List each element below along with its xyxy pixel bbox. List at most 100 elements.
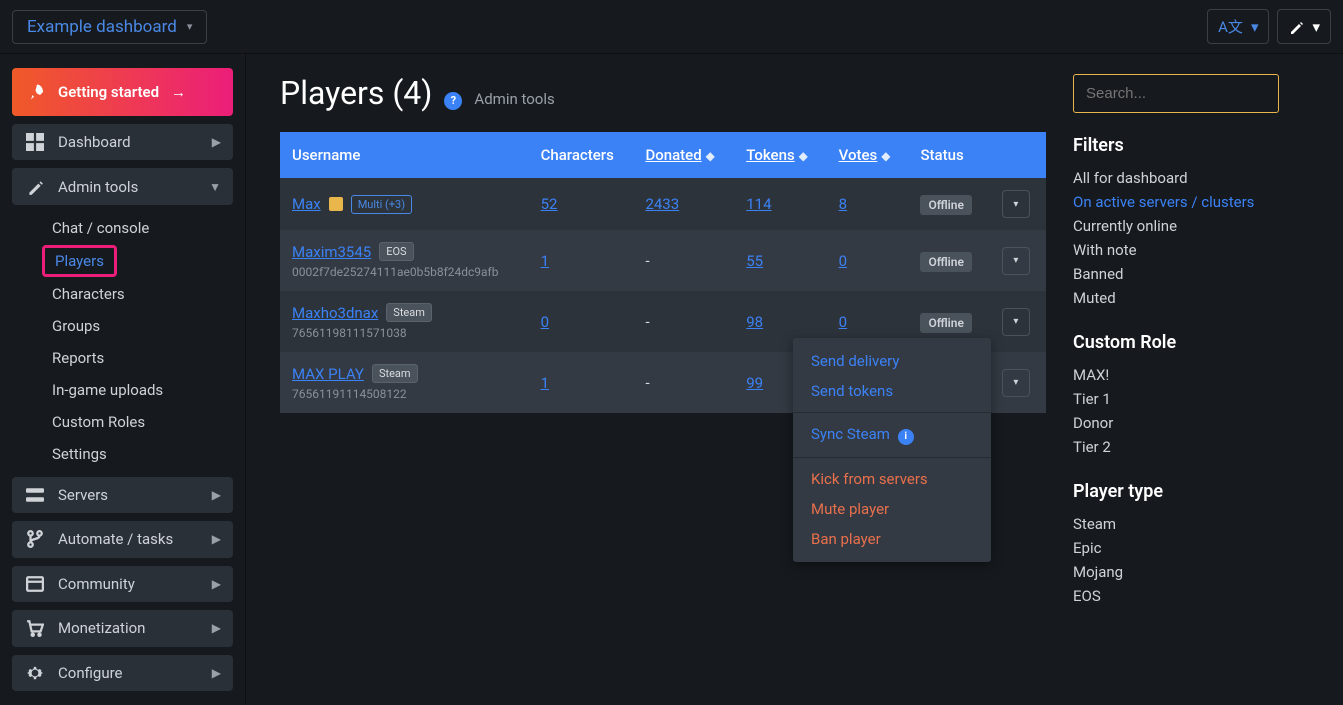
col-tokens[interactable]: Tokens◆ xyxy=(734,132,826,178)
nav-label: Servers xyxy=(58,486,108,504)
cell-link[interactable]: 0 xyxy=(839,313,847,331)
cell-link[interactable]: 2433 xyxy=(645,195,679,213)
search-input[interactable] xyxy=(1073,74,1279,113)
cell-link[interactable]: 8 xyxy=(839,195,847,213)
cell-link[interactable]: 0 xyxy=(839,252,847,270)
player-name-link[interactable]: MAX PLAY xyxy=(292,365,364,383)
breadcrumb: Admin tools xyxy=(474,90,554,108)
cell-link[interactable]: 1 xyxy=(541,252,549,270)
row-action-button[interactable]: ▾ xyxy=(1002,308,1030,336)
col-donated[interactable]: Donated◆ xyxy=(633,132,734,178)
filter-online[interactable]: Currently online xyxy=(1073,214,1313,238)
subnav-settings[interactable]: Settings xyxy=(12,439,233,469)
subnav-uploads[interactable]: In-game uploads xyxy=(12,375,233,405)
menu-send-delivery[interactable]: Send delivery xyxy=(793,346,991,376)
getting-started-button[interactable]: Getting started → xyxy=(12,68,233,116)
cart-icon xyxy=(26,619,44,637)
filter-all[interactable]: All for dashboard xyxy=(1073,166,1313,190)
dashboard-selector[interactable]: Example dashboard ▾ xyxy=(12,10,207,44)
row-action-button[interactable]: ▾ xyxy=(1002,369,1030,397)
branch-icon xyxy=(26,530,44,548)
filter-banned[interactable]: Banned xyxy=(1073,262,1313,286)
col-username[interactable]: Username xyxy=(280,132,529,178)
menu-send-tokens[interactable]: Send tokens xyxy=(793,376,991,406)
menu-ban[interactable]: Ban player xyxy=(793,524,991,554)
cell-link[interactable]: 99 xyxy=(746,374,763,392)
cell-link[interactable]: 52 xyxy=(541,195,558,213)
filter-muted[interactable]: Muted xyxy=(1073,286,1313,310)
subnav-reports[interactable]: Reports xyxy=(12,343,233,373)
row-action-button[interactable]: ▾ xyxy=(1002,247,1030,275)
nav-admin-tools[interactable]: Admin tools ▼ xyxy=(12,168,233,204)
row-action-menu: Send delivery Send tokens Sync Steam i K… xyxy=(793,338,991,562)
player-type-filter-item[interactable]: Mojang xyxy=(1073,560,1313,584)
main-content: Players (4) ? Admin tools Username Chara… xyxy=(246,54,1063,705)
filter-active-servers[interactable]: On active servers / clusters xyxy=(1073,190,1313,214)
player-type-filter-item[interactable]: Steam xyxy=(1073,512,1313,536)
magic-wand-button[interactable]: ▾ xyxy=(1277,9,1331,44)
role-filter-item[interactable]: Donor xyxy=(1073,411,1313,435)
cell-link[interactable]: 55 xyxy=(746,252,763,270)
subnav-chat-console[interactable]: Chat / console xyxy=(12,213,233,243)
player-name-link[interactable]: Maxim3545 xyxy=(292,243,371,261)
platform-badge: EOS xyxy=(379,242,413,261)
player-name-link[interactable]: Max xyxy=(292,195,321,213)
role-filter-item[interactable]: Tier 2 xyxy=(1073,435,1313,459)
nav-label: Automate / tasks xyxy=(58,530,173,548)
info-icon: i xyxy=(898,429,914,445)
menu-sync-steam[interactable]: Sync Steam i xyxy=(793,419,991,451)
player-type-filter-item[interactable]: Epic xyxy=(1073,536,1313,560)
col-votes[interactable]: Votes◆ xyxy=(827,132,909,178)
subnav-characters[interactable]: Characters xyxy=(12,279,233,309)
sort-icon: ◆ xyxy=(706,149,715,163)
player-name-link[interactable]: Maxho3dnax xyxy=(292,304,378,322)
col-actions xyxy=(990,132,1046,178)
table-row: Max Multi (+3)5224331148Offline▾ xyxy=(280,178,1046,230)
platform-badge: Steam xyxy=(372,364,418,383)
player-subid: 76561198111571038 xyxy=(292,326,517,340)
menu-mute[interactable]: Mute player xyxy=(793,494,991,524)
help-icon[interactable]: ? xyxy=(444,92,462,110)
nav-configure[interactable]: Configure ▶ xyxy=(12,655,233,691)
nav-label: Dashboard xyxy=(58,133,131,151)
gear-icon xyxy=(26,664,44,682)
filter-with-note[interactable]: With note xyxy=(1073,238,1313,262)
cell-link[interactable]: 0 xyxy=(541,313,549,331)
subnav-custom-roles[interactable]: Custom Roles xyxy=(12,407,233,437)
player-subid: 76561191114508122 xyxy=(292,387,517,401)
sort-icon: ◆ xyxy=(799,149,808,163)
arrow-right-icon: → xyxy=(171,83,186,101)
nav-label: Configure xyxy=(58,664,123,682)
nav-monetization[interactable]: Monetization ▶ xyxy=(12,610,233,646)
subnav-players[interactable]: Players xyxy=(42,245,117,277)
col-characters[interactable]: Characters xyxy=(529,132,634,178)
chevron-right-icon: ▶ xyxy=(212,532,221,546)
status-badge: Offline xyxy=(920,313,972,333)
magic-wand-icon xyxy=(1288,19,1304,35)
chevron-down-icon: ▾ xyxy=(1312,18,1320,36)
chevron-down-icon: ▾ xyxy=(1251,18,1259,36)
nav-servers[interactable]: Servers ▶ xyxy=(12,477,233,513)
row-action-button[interactable]: ▾ xyxy=(1002,190,1030,218)
admin-tools-submenu: Chat / console Players Characters Groups… xyxy=(12,213,233,469)
menu-kick[interactable]: Kick from servers xyxy=(793,464,991,494)
nav-dashboard[interactable]: Dashboard ▶ xyxy=(12,124,233,160)
translate-icon: A文 xyxy=(1218,16,1243,37)
table-row: Maxim3545 EOS0002f7de25274111ae0b5b8f24d… xyxy=(280,230,1046,291)
cell-link[interactable]: 114 xyxy=(746,195,771,213)
menu-divider xyxy=(793,457,991,458)
subnav-groups[interactable]: Groups xyxy=(12,311,233,341)
player-type-filter-item[interactable]: EOS xyxy=(1073,584,1313,608)
nav-automate[interactable]: Automate / tasks ▶ xyxy=(12,521,233,557)
translate-button[interactable]: A文 ▾ xyxy=(1207,9,1269,44)
role-filter-item[interactable]: MAX! xyxy=(1073,363,1313,387)
role-filter-item[interactable]: Tier 1 xyxy=(1073,387,1313,411)
cell-link[interactable]: 1 xyxy=(541,374,549,392)
chevron-down-icon: ▾ xyxy=(187,20,193,33)
chevron-right-icon: ▶ xyxy=(212,666,221,680)
magic-wand-icon xyxy=(26,178,44,196)
nav-label: Admin tools xyxy=(58,178,138,196)
page-title: Players (4) xyxy=(280,74,432,112)
nav-community[interactable]: Community ▶ xyxy=(12,566,233,602)
cell-link[interactable]: 98 xyxy=(746,313,763,331)
